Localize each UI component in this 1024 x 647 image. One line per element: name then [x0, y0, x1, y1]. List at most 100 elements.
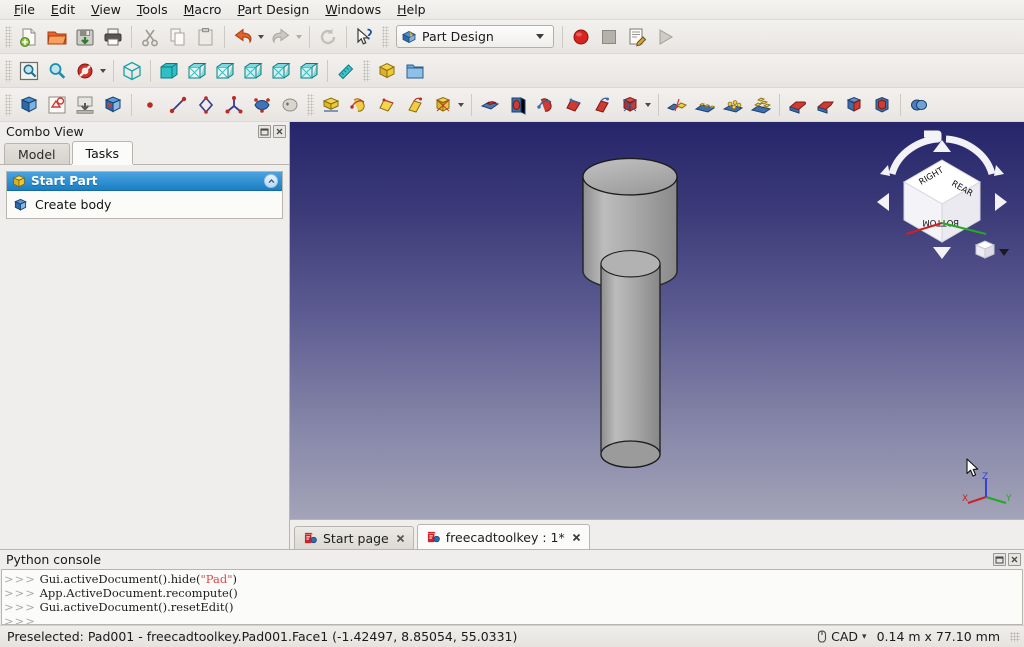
mirrored-icon[interactable] [663, 91, 691, 119]
pocket-icon[interactable] [476, 91, 504, 119]
python-console-output[interactable]: >>> Gui.activeDocument().hide("Pad") >>>… [1, 569, 1023, 625]
hole-icon[interactable] [504, 91, 532, 119]
additive-dropdown-caret[interactable] [458, 102, 464, 107]
whats-this-icon[interactable] [351, 23, 379, 51]
copy-icon[interactable] [164, 23, 192, 51]
rear-view-icon[interactable] [239, 57, 267, 85]
undo-dropdown-caret[interactable] [258, 34, 264, 39]
pad-icon[interactable] [317, 91, 345, 119]
datum-point-icon[interactable] [136, 91, 164, 119]
linear-pattern-icon[interactable] [691, 91, 719, 119]
menu-edit[interactable]: Edit [43, 0, 83, 19]
task-group-start-part[interactable]: Start Part [7, 172, 282, 191]
redo-dropdown-caret[interactable] [296, 34, 302, 39]
shape-binder-icon[interactable] [248, 91, 276, 119]
create-part-icon[interactable] [373, 57, 401, 85]
draw-style-caret[interactable] [100, 68, 106, 73]
refresh-icon[interactable] [314, 23, 342, 51]
additive-loft-icon[interactable] [373, 91, 401, 119]
task-item-create-body[interactable]: Create body [7, 191, 282, 218]
additive-pipe-icon[interactable] [401, 91, 429, 119]
menu-help[interactable]: Help [389, 0, 434, 19]
save-document-icon[interactable] [71, 23, 99, 51]
subtractive-loft-icon[interactable] [560, 91, 588, 119]
resize-grip[interactable] [1010, 631, 1020, 642]
create-sketch-icon[interactable] [43, 91, 71, 119]
macro-execute-icon[interactable] [651, 23, 679, 51]
menu-file[interactable]: File [6, 0, 43, 19]
draw-style-icon[interactable] [71, 57, 99, 85]
map-sketch-icon[interactable] [99, 91, 127, 119]
local-coordinate-system-icon[interactable] [220, 91, 248, 119]
chevron-down-icon[interactable] [536, 34, 544, 39]
print-document-icon[interactable] [99, 23, 127, 51]
float-icon[interactable] [993, 553, 1006, 566]
attach-sketch-icon[interactable] [71, 91, 99, 119]
subtractive-dropdown-caret[interactable] [645, 102, 651, 107]
toolbar-grip[interactable] [363, 59, 370, 82]
front-view-icon[interactable] [155, 57, 183, 85]
cut-icon[interactable] [136, 23, 164, 51]
create-group-icon[interactable] [401, 57, 429, 85]
datum-line-icon[interactable] [164, 91, 192, 119]
revolution-icon[interactable] [345, 91, 373, 119]
measure-icon[interactable] [332, 57, 360, 85]
close-icon[interactable] [273, 125, 286, 138]
top-view-icon[interactable] [183, 57, 211, 85]
subtractive-box-icon[interactable] [616, 91, 644, 119]
paste-icon[interactable] [192, 23, 220, 51]
close-icon[interactable] [395, 533, 406, 544]
macro-record-icon[interactable] [567, 23, 595, 51]
subtractive-pipe-icon[interactable] [588, 91, 616, 119]
multi-transform-icon[interactable] [747, 91, 775, 119]
left-view-icon[interactable] [295, 57, 323, 85]
right-view-icon[interactable] [211, 57, 239, 85]
axonometric-view-icon[interactable] [118, 57, 146, 85]
datum-plane-icon[interactable] [192, 91, 220, 119]
menu-macro[interactable]: Macro [176, 0, 230, 19]
thickness-icon[interactable] [868, 91, 896, 119]
toolbar-separator [346, 25, 347, 48]
chevron-down-icon[interactable]: ▾ [862, 632, 867, 642]
macro-stop-icon[interactable] [595, 23, 623, 51]
macro-edit-icon[interactable] [623, 23, 651, 51]
chevron-down-icon [999, 249, 1009, 256]
menu-view[interactable]: View [83, 0, 129, 19]
toolbar-grip[interactable] [5, 59, 12, 82]
doc-tab-start-page[interactable]: Start page [294, 526, 414, 549]
toolbar-grip[interactable] [382, 25, 389, 48]
menu-windows[interactable]: Windows [317, 0, 389, 19]
fit-selection-icon[interactable] [43, 57, 71, 85]
toolbar-grip[interactable] [5, 25, 12, 48]
boolean-icon[interactable] [905, 91, 933, 119]
open-document-icon[interactable] [43, 23, 71, 51]
clone-icon[interactable] [276, 91, 304, 119]
polar-pattern-icon[interactable] [719, 91, 747, 119]
fillet-icon[interactable] [784, 91, 812, 119]
close-icon[interactable] [571, 532, 582, 543]
chamfer-icon[interactable] [812, 91, 840, 119]
3d-viewport[interactable]: RIGHT REAR BOTTOM X Y Z [290, 122, 1024, 520]
tab-model[interactable]: Model [4, 143, 70, 164]
groove-icon[interactable] [532, 91, 560, 119]
collapse-chevron-icon[interactable] [264, 174, 278, 188]
additive-box-icon[interactable] [429, 91, 457, 119]
menu-part-design[interactable]: Part Design [229, 0, 317, 19]
new-document-icon[interactable] [15, 23, 43, 51]
float-icon[interactable] [258, 125, 271, 138]
undo-icon[interactable] [229, 23, 257, 51]
create-body-icon[interactable] [15, 91, 43, 119]
fit-all-icon[interactable] [15, 57, 43, 85]
unit-system-selector[interactable]: CAD ▾ [813, 629, 870, 644]
toolbar-grip[interactable] [307, 93, 314, 116]
redo-icon[interactable] [267, 23, 295, 51]
doc-tab-freecadtoolkey[interactable]: freecadtoolkey : 1* [416, 524, 590, 549]
tab-tasks[interactable]: Tasks [71, 141, 134, 164]
draft-icon[interactable] [840, 91, 868, 119]
navigation-cube[interactable]: RIGHT REAR BOTTOM [868, 130, 1016, 272]
toolbar-grip[interactable] [5, 93, 12, 116]
workbench-selector[interactable]: Part Design [396, 25, 554, 48]
bottom-view-icon[interactable] [267, 57, 295, 85]
close-icon[interactable] [1008, 553, 1021, 566]
menu-tools[interactable]: Tools [129, 0, 176, 19]
